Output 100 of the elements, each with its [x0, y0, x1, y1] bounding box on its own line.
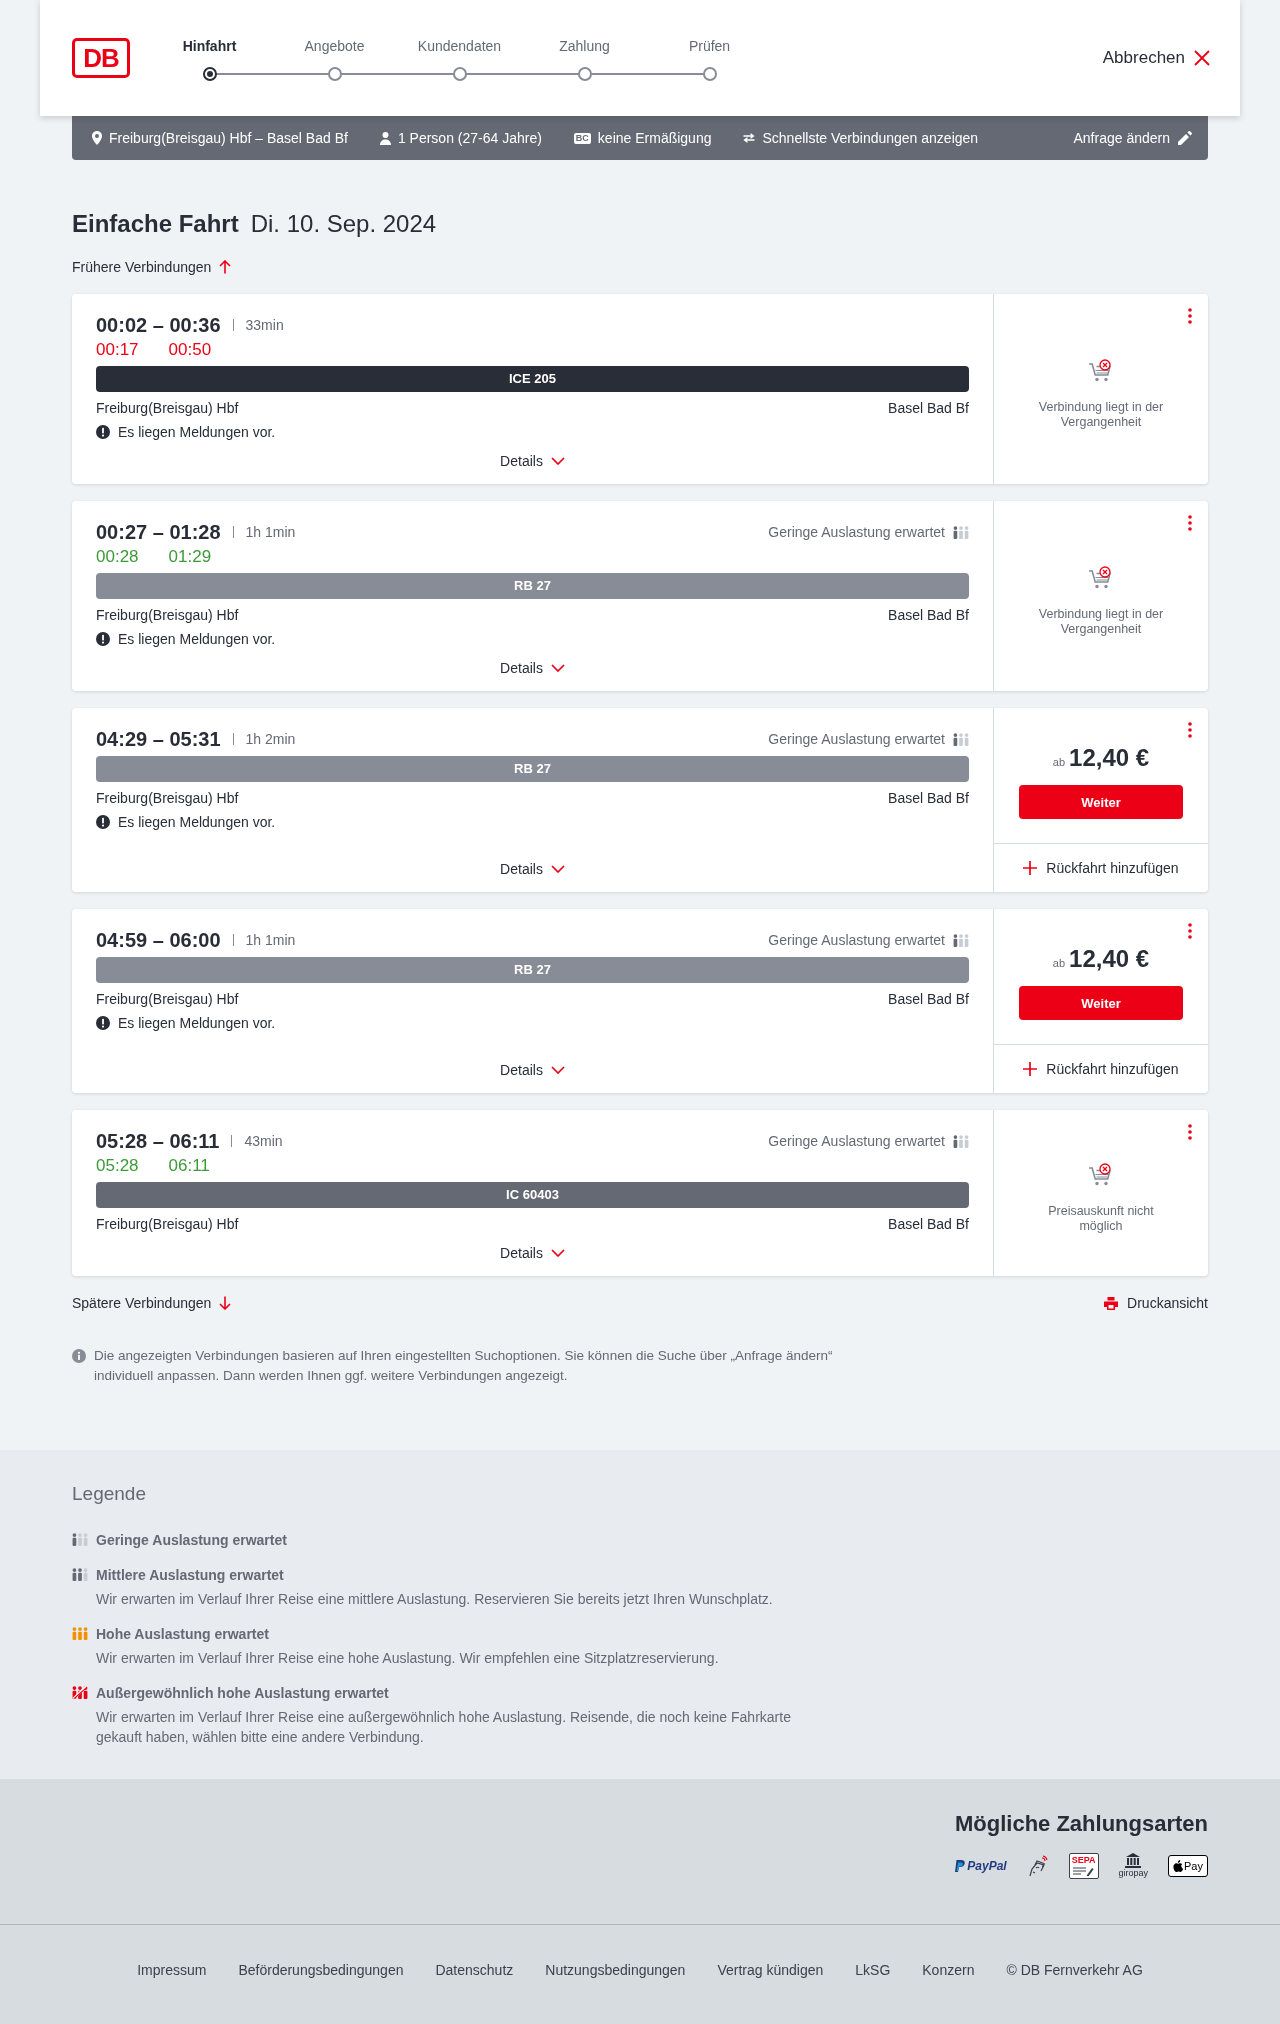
- arrival-station: Basel Bad Bf: [888, 606, 969, 625]
- realtime-departure: 00:28: [96, 546, 139, 568]
- more-icon[interactable]: [1188, 1124, 1192, 1140]
- details-button[interactable]: Details: [500, 857, 565, 881]
- legend-label: Hohe Auslastung erwartet: [96, 1625, 270, 1644]
- journey-duration: 1h 1min: [245, 932, 296, 948]
- apple-icon: [1173, 1860, 1184, 1872]
- chevron-down-icon: [550, 1249, 565, 1257]
- more-icon[interactable]: [1188, 923, 1192, 939]
- pencil-icon: [1178, 131, 1192, 145]
- paypal-mark-icon: [954, 1859, 966, 1873]
- journey-times: 04:59 – 06:00: [96, 928, 221, 952]
- unavailable-message: Verbindung liegt in der Vergangenheit: [1037, 399, 1165, 430]
- details-button[interactable]: Details: [500, 1058, 565, 1082]
- occupancy-text: Geringe Auslastung erwartet: [768, 524, 945, 540]
- footer-link[interactable]: Konzern: [922, 1960, 975, 1980]
- arrival-station: Basel Bad Bf: [888, 789, 969, 808]
- add-return-button[interactable]: Rückfahrt hinzufügen: [1023, 860, 1179, 876]
- cancel-button[interactable]: Abbrechen: [1102, 48, 1210, 68]
- alert-icon: [96, 425, 110, 439]
- journey-duration: 1h 2min: [245, 731, 296, 747]
- occupancy-text: Geringe Auslastung erwartet: [768, 1133, 945, 1149]
- chevron-down-icon: [550, 865, 565, 873]
- occupancy-icon: [72, 1627, 88, 1640]
- db-logo[interactable]: DB: [72, 38, 130, 78]
- train-bar: RB 27: [96, 756, 969, 782]
- journey-duration: 43min: [244, 1133, 283, 1149]
- alert-icon: [96, 815, 110, 829]
- journey-times: 05:28 – 06:11: [96, 1129, 220, 1153]
- unavailable-message: Verbindung liegt in der Vergangenheit: [1037, 606, 1165, 637]
- occupancy-text: Geringe Auslastung erwartet: [768, 731, 945, 747]
- chevron-down-icon: [550, 1066, 565, 1074]
- sepa-text: SEPA: [1071, 1855, 1096, 1865]
- cart-unavailable-icon: [1088, 565, 1114, 590]
- footer-link[interactable]: Nutzungsbedingungen: [545, 1960, 686, 1980]
- more-icon[interactable]: [1188, 515, 1192, 531]
- realtime-departure: 00:17: [96, 339, 139, 361]
- journey-times: 00:27 – 01:28: [96, 520, 221, 544]
- departure-station: Freiburg(Breisgau) Hbf: [96, 606, 239, 625]
- train-bar: IC 60403: [96, 1182, 969, 1208]
- unavailable-message: Preisauskunft nicht möglich: [1047, 1203, 1155, 1234]
- departure-station: Freiburg(Breisgau) Hbf: [96, 1215, 239, 1234]
- swap-arrows-icon: [743, 133, 756, 143]
- occupancy-icon: [72, 1533, 88, 1546]
- legend-description: Wir erwarten im Verlauf Ihrer Reise eine hohe Auslastung. Wir empfehlen eine Sitzplatzreservierung.: [96, 1649, 719, 1668]
- page-title: Einfache Fahrt: [72, 210, 239, 237]
- legend-label: Außergewöhnlich hohe Auslastung erwartet: [96, 1684, 390, 1703]
- legend-title: Legende: [72, 1482, 147, 1506]
- apple-pay-text: Pay: [1184, 1859, 1203, 1873]
- footer-link[interactable]: LkSG: [855, 1960, 891, 1980]
- card-badge: BC: [573, 132, 591, 144]
- price-prefix: ab: [1052, 957, 1066, 969]
- details-button[interactable]: Details: [500, 449, 565, 473]
- more-icon[interactable]: [1188, 308, 1192, 324]
- footer-link[interactable]: Beförderungsbedingungen: [238, 1960, 404, 1980]
- alert-icon: [96, 1016, 110, 1030]
- summary-text: 1 Person (27-64 Jahre): [397, 130, 542, 146]
- continue-button[interactable]: Weiter: [1019, 785, 1183, 819]
- notice-text: Es liegen Meldungen vor.: [118, 630, 276, 649]
- occupancy-icon: [953, 933, 969, 947]
- plus-icon: [1023, 861, 1038, 875]
- arrival-station: Basel Bad Bf: [888, 399, 969, 418]
- departure-station: Freiburg(Breisgau) Hbf: [96, 789, 239, 808]
- edit-request-button[interactable]: Anfrage ändern: [1073, 130, 1192, 146]
- chevron-down-icon: [550, 457, 565, 465]
- print-view-link[interactable]: Druckansicht: [1104, 1293, 1208, 1313]
- plus-icon: [1023, 1062, 1038, 1076]
- paypal-logo-text: PayPal: [967, 1859, 1007, 1873]
- details-button[interactable]: Details: [500, 656, 565, 680]
- arrow-up-icon: [219, 260, 232, 274]
- earlier-connections-link[interactable]: Frühere Verbindungen: [72, 257, 232, 277]
- arrow-down-icon: [219, 1296, 232, 1310]
- giropay-text: giropay: [1118, 1868, 1149, 1879]
- chevron-down-icon: [550, 664, 565, 672]
- step-label: Angebote: [304, 36, 365, 56]
- close-icon: [1194, 50, 1210, 66]
- train-bar: RB 27: [96, 573, 969, 599]
- footer-link[interactable]: © DB Fernverkehr AG: [1006, 1960, 1143, 1980]
- departure-station: Freiburg(Breisgau) Hbf: [96, 990, 239, 1009]
- step-label: Prüfen: [688, 36, 731, 56]
- info-text: Die angezeigten Verbindungen basieren auf Ihren eingestellten Suchoptionen. Sie können die Suche über „Anfrage ändern“ individuell anpassen. Dann werden Ihnen ggf. weitere Verbindungen angezeigt.: [94, 1347, 834, 1385]
- realtime-departure: 05:28: [96, 1155, 139, 1177]
- summary-text: keine Ermäßigung: [597, 130, 712, 146]
- more-icon[interactable]: [1188, 722, 1192, 738]
- footer-link[interactable]: Datenschutz: [435, 1960, 514, 1980]
- location-pin-icon: [92, 131, 102, 145]
- occupancy-icon: [953, 1134, 969, 1148]
- journey-times: 00:02 – 00:36: [96, 313, 221, 337]
- journey-duration: 33min: [245, 317, 284, 333]
- notice-text: Es liegen Meldungen vor.: [118, 813, 276, 832]
- footer-link[interactable]: Vertrag kündigen: [717, 1960, 824, 1980]
- alert-icon: [96, 632, 110, 646]
- add-return-button[interactable]: Rückfahrt hinzufügen: [1023, 1061, 1179, 1077]
- continue-button[interactable]: Weiter: [1019, 986, 1183, 1020]
- departure-station: Freiburg(Breisgau) Hbf: [96, 399, 239, 418]
- details-button[interactable]: Details: [500, 1241, 565, 1265]
- footer-link[interactable]: Impressum: [137, 1960, 207, 1980]
- occupancy-icon: [953, 732, 969, 746]
- bank-building-icon: [1125, 1853, 1142, 1868]
- later-connections-link[interactable]: Spätere Verbindungen: [72, 1293, 232, 1313]
